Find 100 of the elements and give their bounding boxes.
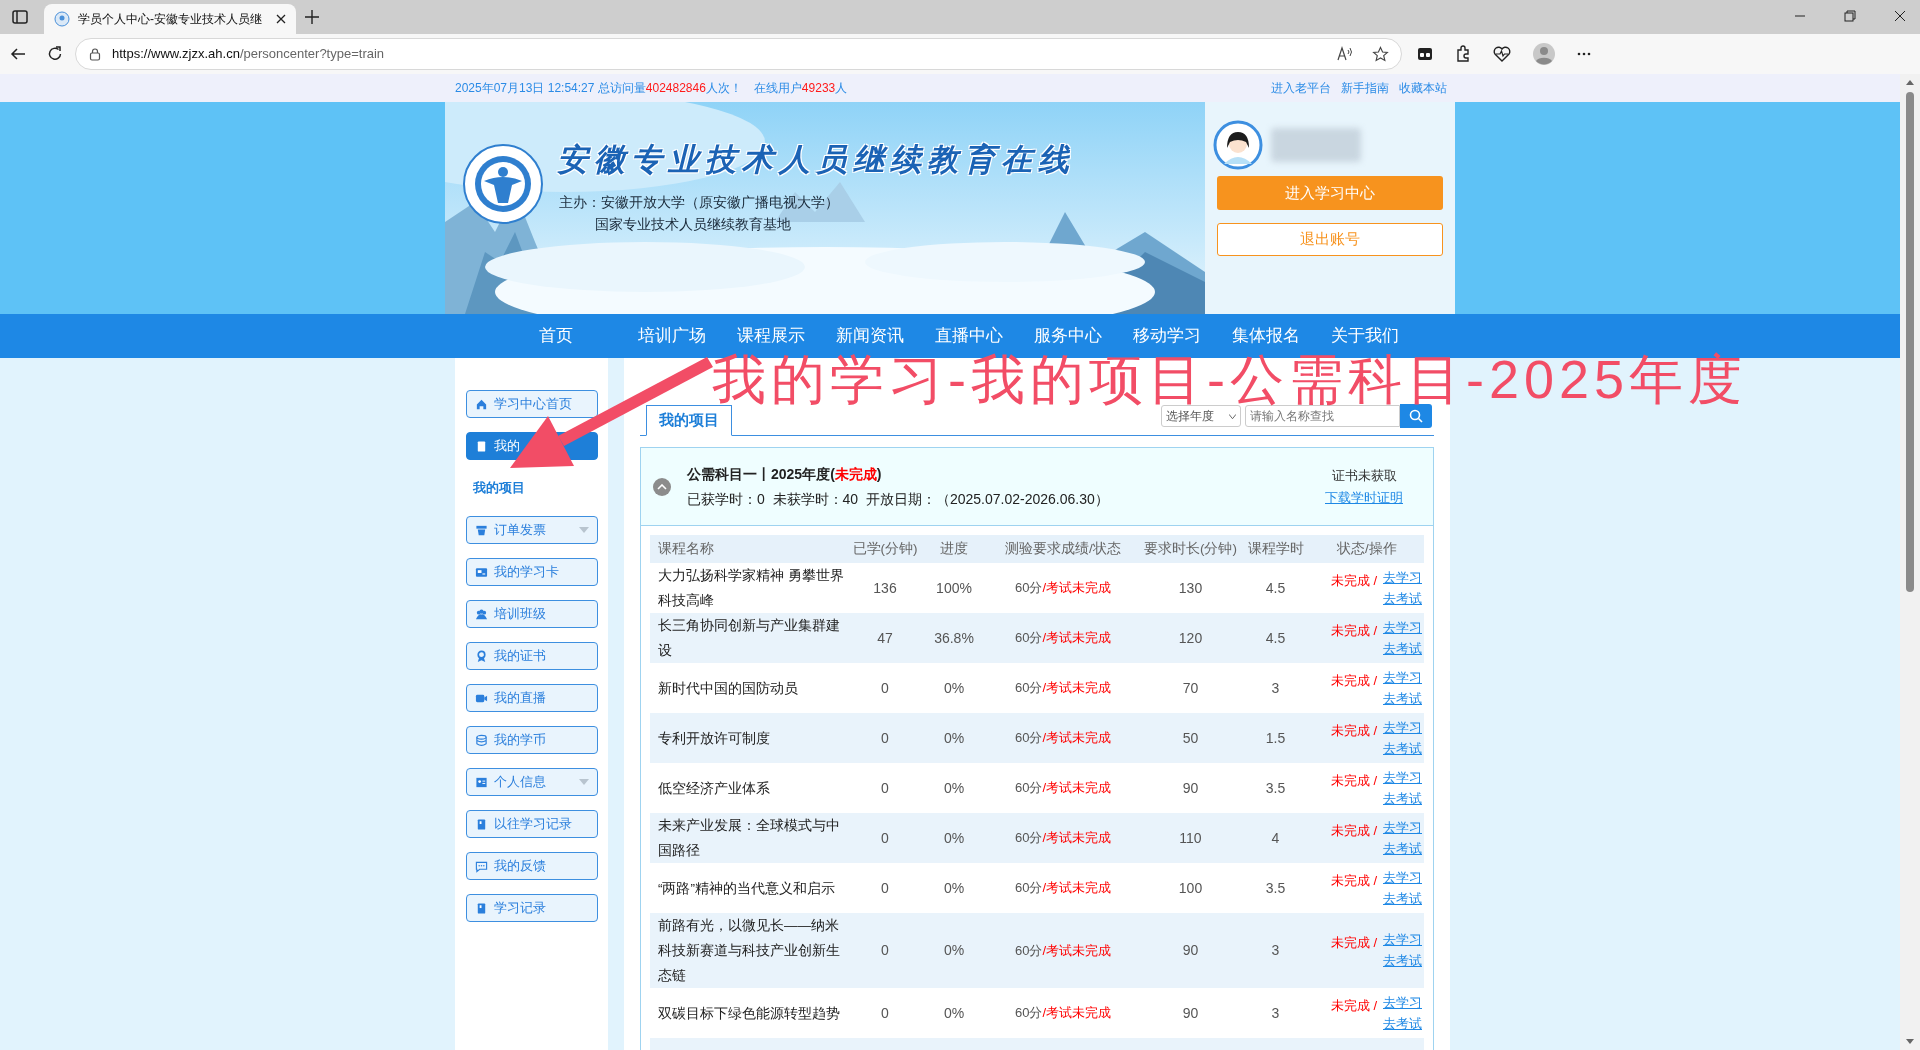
- scrollbar[interactable]: [1900, 74, 1920, 1050]
- quiz-requirement: 60分/考试未完成: [1013, 879, 1113, 898]
- sidebar-menu-item[interactable]: 个人信息: [465, 768, 598, 796]
- table-cell-text: 0%: [942, 778, 966, 798]
- action-link[interactable]: 去考试: [1383, 888, 1422, 909]
- status-text: 未完成 /: [1330, 871, 1377, 890]
- refresh-icon[interactable]: [46, 45, 64, 63]
- sidebar-menu-item[interactable]: 我的直播: [465, 684, 598, 712]
- sponsor-text: 国家专业技术人员继续教育基地: [595, 215, 791, 234]
- sidebar-menu-item[interactable]: 培训班级: [465, 600, 598, 628]
- action-link[interactable]: 去考试: [1383, 788, 1422, 809]
- project-stats: 已获学时：0 未获学时：40 开放日期：（2025.07.02-2026.06.30）: [687, 489, 1110, 509]
- action-link[interactable]: 去学习: [1383, 767, 1422, 788]
- sidebar-menu-item[interactable]: 学习记录: [465, 894, 598, 922]
- action-link[interactable]: 去考试: [1383, 688, 1422, 709]
- column-header: 课程学时: [1246, 539, 1305, 558]
- action-link[interactable]: 去学习: [1383, 867, 1422, 888]
- table-cell-text: 50: [1181, 728, 1200, 748]
- sidebar-menu-item[interactable]: 我的学币: [465, 726, 598, 754]
- quiz-requirement: 60分/考试未完成: [1013, 579, 1113, 598]
- quiz-requirement: 60分/考试未完成: [1013, 1004, 1113, 1023]
- table-cell-text: 90: [1181, 1003, 1200, 1023]
- sidebar-menu-item[interactable]: 我的反馈: [465, 852, 598, 880]
- column-header: 已学(分钟): [851, 539, 919, 558]
- enter-learning-center-button[interactable]: 进入学习中心: [1217, 176, 1443, 210]
- collapse-toggle[interactable]: [653, 477, 671, 496]
- action-link[interactable]: 去考试: [1383, 838, 1422, 859]
- nav-link[interactable]: 新闻资讯: [820, 323, 919, 349]
- table-cell-text: 36.8%: [933, 628, 975, 648]
- sidebar-menu-item[interactable]: 以往学习记录: [465, 810, 598, 838]
- table-cell-text: 0: [880, 678, 890, 698]
- action-link[interactable]: 去考试: [1383, 1013, 1422, 1034]
- nav-link[interactable]: 培训广场: [622, 323, 721, 349]
- action-link[interactable]: 去学习: [1383, 717, 1422, 738]
- sidebar-submenu-item[interactable]: 我的项目: [473, 480, 525, 496]
- top-link[interactable]: 进入老平台: [1271, 79, 1331, 97]
- action-link[interactable]: 去考试: [1383, 738, 1422, 759]
- action-link[interactable]: 去学习: [1383, 930, 1422, 950]
- tab-actions-icon[interactable]: [11, 8, 29, 26]
- search-icon: [1409, 409, 1423, 423]
- extensions-icon[interactable]: [1454, 45, 1472, 63]
- action-link[interactable]: 去学习: [1383, 567, 1422, 588]
- close-icon[interactable]: [1894, 10, 1906, 22]
- favorite-star-icon[interactable]: [1372, 45, 1389, 63]
- sidebar-menu-item[interactable]: 学习中心首页: [465, 390, 598, 418]
- search-button[interactable]: [1400, 404, 1432, 428]
- table-cell-text: 0%: [942, 828, 966, 848]
- sidebar-menu-item[interactable]: 订单发票: [465, 516, 598, 544]
- column-header: 课程名称: [657, 539, 715, 558]
- nav-link[interactable]: 服务中心: [1018, 323, 1117, 349]
- address-field[interactable]: https://www.zjzx.ah.cn/personcenter?type=train: [75, 38, 1402, 70]
- action-link[interactable]: 去学习: [1383, 667, 1422, 688]
- browser-tab[interactable]: 学员个人中心-安徽专业技术人员继: [44, 4, 296, 34]
- nav-link[interactable]: 课程展示: [721, 323, 820, 349]
- action-link[interactable]: 去考试: [1383, 638, 1422, 659]
- restore-icon[interactable]: [1844, 10, 1856, 22]
- status-text: 未完成 /: [1330, 996, 1377, 1015]
- tray-icon: [474, 523, 488, 537]
- action-link[interactable]: 去学习: [1383, 817, 1422, 838]
- nav-link[interactable]: 首页: [523, 323, 589, 349]
- close-icon[interactable]: [276, 14, 286, 24]
- action-link[interactable]: 去学习: [1383, 617, 1422, 638]
- action-link[interactable]: 去考试: [1383, 951, 1422, 971]
- sidebar-menu-item[interactable]: 我的证书: [465, 642, 598, 670]
- status-text: 未完成 /: [1330, 771, 1377, 790]
- nav-link[interactable]: 关于我们: [1315, 323, 1414, 349]
- my-projects-tab[interactable]: 我的项目: [646, 405, 732, 436]
- chevron-up-icon: [657, 483, 667, 490]
- read-aloud-icon[interactable]: [1336, 46, 1354, 62]
- course-name: 长三角协同创新与产业集群建设: [657, 617, 841, 660]
- people-icon: [474, 607, 488, 621]
- nav-link[interactable]: 直播中心: [919, 323, 1018, 349]
- action-link[interactable]: 去学习: [1383, 992, 1422, 1013]
- year-select[interactable]: 选择年度: [1161, 405, 1241, 427]
- profile-avatar-icon[interactable]: [1532, 42, 1556, 66]
- logout-button[interactable]: 退出账号: [1217, 223, 1443, 256]
- download-certificate-link[interactable]: 下载学时证明: [1325, 487, 1403, 507]
- table-cell-text: 0%: [942, 1003, 966, 1023]
- search-field[interactable]: 请输入名称查找: [1245, 405, 1400, 427]
- top-link[interactable]: 收藏本站: [1399, 79, 1447, 97]
- heart-pulse-icon[interactable]: [1492, 45, 1512, 63]
- quiz-requirement: 60分/考试未完成: [1013, 941, 1113, 960]
- table-cell-text: 3.5: [1264, 878, 1287, 898]
- table-cell-text: 136: [872, 578, 898, 598]
- scrollbar-thumb[interactable]: [1906, 92, 1914, 592]
- nav-link[interactable]: 集体报名: [1216, 323, 1315, 349]
- table-cell-text: 130: [1177, 578, 1204, 598]
- top-link[interactable]: 新手指南: [1341, 79, 1389, 97]
- collections-icon[interactable]: [1416, 45, 1434, 63]
- action-link[interactable]: 去考试: [1383, 588, 1422, 609]
- new-tab-icon[interactable]: [304, 9, 320, 25]
- nav-link[interactable]: 移动学习: [1117, 323, 1216, 349]
- sidebar-menu-item[interactable]: 我的学习卡: [465, 558, 598, 586]
- lock-icon: [88, 47, 102, 61]
- scroll-down-icon[interactable]: [1905, 1038, 1915, 1046]
- user-avatar-icon: [1213, 120, 1263, 170]
- scroll-up-icon[interactable]: [1905, 78, 1915, 86]
- visitor-stats: 2025年07月13日 12:54:27 总访问量402482846人次！ 在线用户49233人: [454, 80, 848, 97]
- status-text: 未完成 /: [1330, 821, 1377, 840]
- table-cell-text: 0%: [942, 878, 966, 898]
